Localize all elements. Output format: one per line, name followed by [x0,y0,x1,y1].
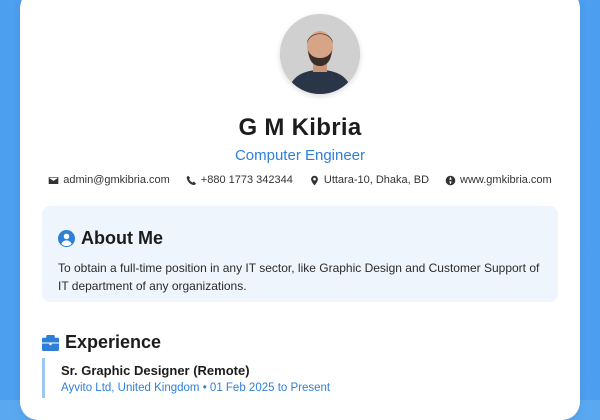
about-title: About Me [81,228,163,248]
about-header: About Me [58,228,542,249]
contact-phone[interactable]: +880 1773 342344 [186,174,293,186]
experience-title: Experience [65,332,162,352]
about-text: To obtain a full-time position in any IT… [58,261,540,293]
envelope-icon [48,176,59,184]
job-meta: Ayvito Ltd, United Kingdom • 01 Feb 2025… [61,382,331,394]
contact-website[interactable]: www.gmkibria.com [445,174,552,186]
experience-item: Sr. Graphic Designer (Remote) Ayvito Ltd… [42,358,542,398]
page-background: G M Kibria Computer Engineer admin@gmkib… [0,0,600,420]
phone-icon [186,175,196,185]
about-section: About Me To obtain a full-time position … [42,206,558,302]
contact-location-text: Uttara-10, Dhaka, BD [323,174,430,186]
contact-location: Uttara-10, Dhaka, BD [309,174,429,186]
globe-icon [445,175,456,185]
contact-email-text: admin@gmkibria.com [63,174,170,186]
job-title: Sr. Graphic Designer (Remote) [61,363,250,378]
experience-header: Experience [42,332,161,353]
location-pin-icon [310,175,318,185]
contact-phone-text: +880 1773 342344 [200,174,293,186]
profile-name: G M Kibria [238,114,362,141]
avatar [280,14,360,94]
resume-card: G M Kibria Computer Engineer admin@gmkib… [20,0,580,420]
briefcase-icon [42,334,59,351]
profile-role: Computer Engineer [234,147,366,164]
contact-website-text: www.gmkibria.com [460,174,552,186]
user-circle-icon [58,230,75,247]
contact-email[interactable]: admin@gmkibria.com [48,174,170,186]
contact-list: admin@gmkibria.com +880 1773 342344 Utta… [20,174,580,186]
